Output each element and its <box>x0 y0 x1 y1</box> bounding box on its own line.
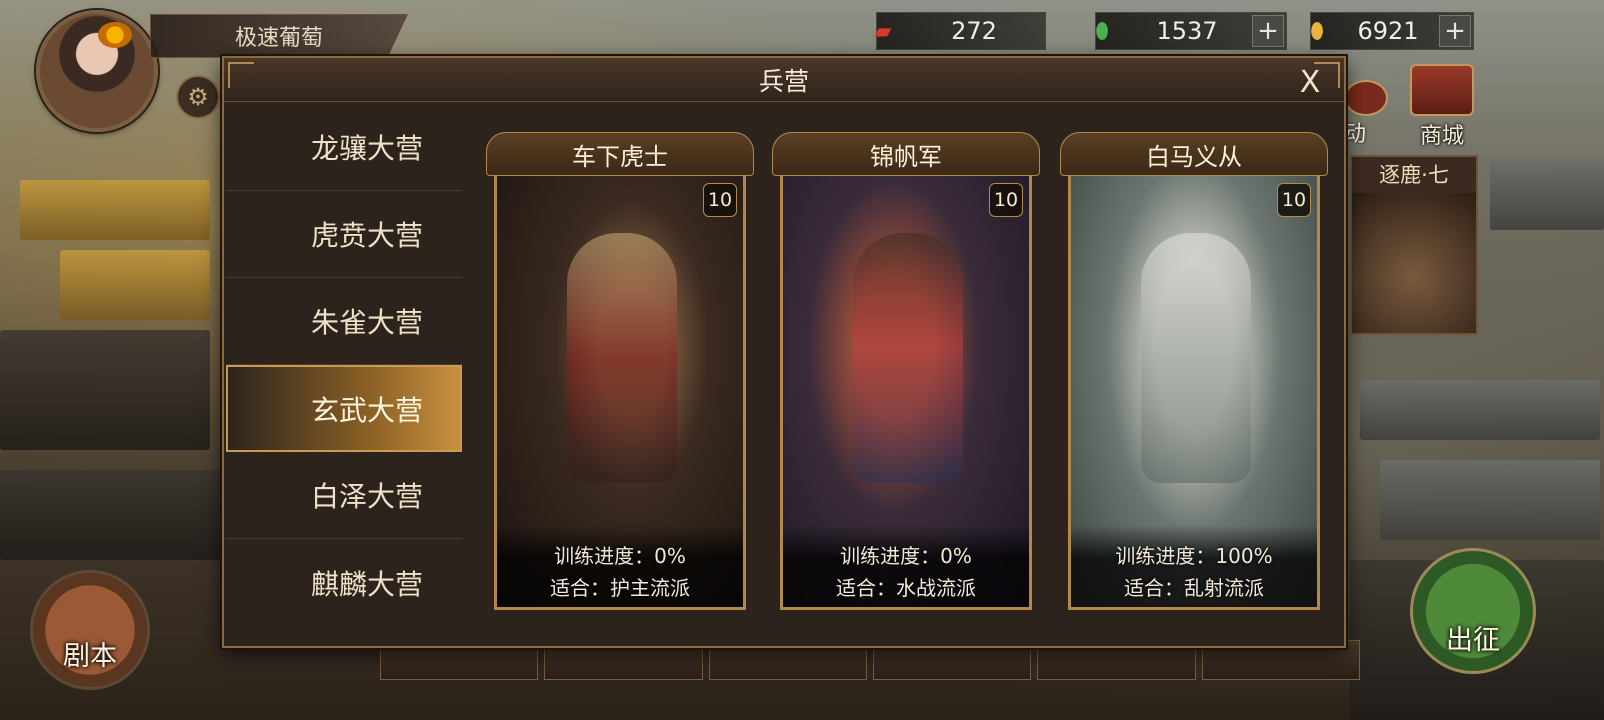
camp-nav: 龙骧大营 虎贲大营 朱雀大营 玄武大营 白泽大营 麒麟大营 <box>226 104 462 646</box>
jade-count: 1537 <box>1156 17 1218 45</box>
resource-jade: ⬮ 1537 + <box>1095 12 1287 50</box>
nav-item-longxiang[interactable]: 龙骧大营 <box>226 104 462 191</box>
unit-info: 训练进度：0% 适合：水战流派 <box>783 525 1029 607</box>
nav-item-zhuque[interactable]: 朱雀大营 <box>226 278 462 365</box>
modal-title: 兵营 <box>758 66 809 96</box>
unit-training-progress: 训练进度：0% <box>840 544 972 568</box>
march-label: 出征 <box>1446 625 1500 656</box>
unit-name: 白马义从 <box>1060 132 1328 176</box>
unit-fit-style: 适合：水战流派 <box>836 576 976 600</box>
nav-item-label: 虎贲大营 <box>310 219 423 252</box>
unit-name: 锦帆军 <box>772 132 1040 176</box>
barracks-modal: 兵营 X 龙骧大营 虎贲大营 朱雀大营 玄武大营 白泽大营 麒麟大营 10 训练… <box>222 56 1346 648</box>
unit-card[interactable]: 10 训练进度：0% 适合：水战流派 锦帆军 <box>772 132 1040 610</box>
shop-icon <box>1410 64 1474 116</box>
unit-training-progress: 训练进度：0% <box>554 544 686 568</box>
gold-ingot-icon: ⬮ <box>1310 18 1324 44</box>
march-button[interactable]: 出征 <box>1410 548 1536 674</box>
settings-button[interactable]: ⚙ <box>176 75 220 119</box>
resource-token: ▰ 272 <box>875 12 1046 50</box>
add-gold-button[interactable]: + <box>1439 15 1471 47</box>
nav-item-label: 朱雀大营 <box>310 306 423 339</box>
nav-item-label: 玄武大营 <box>310 393 423 427</box>
nav-item-qilin[interactable]: 麒麟大营 <box>226 539 462 626</box>
corner-ornament-icon <box>228 62 254 88</box>
unit-name: 车下虎士 <box>486 132 754 176</box>
resource-gold: ⬮ 6921 + <box>1310 12 1474 50</box>
unit-level-badge: 10 <box>703 183 737 217</box>
stage-banner[interactable]: 逐鹿·七 <box>1350 155 1478 335</box>
hair-flower-icon <box>98 22 132 48</box>
unit-card-frame: 10 训练进度：100% 适合：乱射流派 <box>1068 170 1320 610</box>
close-button[interactable]: X <box>1290 62 1330 102</box>
event-label: 动 <box>1344 122 1367 147</box>
modal-header: 兵营 X <box>224 58 1344 102</box>
event-button[interactable]: 动 <box>1344 80 1392 147</box>
unit-card-frame: 10 训练进度：0% 适合：护主流派 <box>494 170 746 610</box>
unit-fit-style: 适合：护主流派 <box>550 576 690 600</box>
jade-icon: ⬮ <box>1095 18 1109 44</box>
unit-level-badge: 10 <box>1277 183 1311 217</box>
add-jade-button[interactable]: + <box>1252 15 1284 47</box>
unit-info: 训练进度：0% 适合：护主流派 <box>497 525 743 607</box>
event-icon <box>1344 80 1388 116</box>
script-button[interactable]: 剧本 <box>30 570 150 690</box>
player-avatar[interactable] <box>36 10 158 132</box>
token-card-icon: ▰ <box>874 18 892 44</box>
stage-title: 逐鹿·七 <box>1352 157 1476 193</box>
unit-info: 训练进度：100% 适合：乱射流派 <box>1071 525 1317 607</box>
unit-card[interactable]: 10 训练进度：0% 适合：护主流派 车下虎士 <box>486 132 754 610</box>
unit-card[interactable]: 10 训练进度：100% 适合：乱射流派 白马义从 <box>1060 132 1328 610</box>
unit-training-progress: 训练进度：100% <box>1115 544 1273 568</box>
unit-card-frame: 10 训练进度：0% 适合：水战流派 <box>780 170 1032 610</box>
shop-button[interactable]: 商城 <box>1402 64 1482 150</box>
player-name-plate: 极速葡萄 <box>150 14 408 58</box>
gold-count: 6921 <box>1357 17 1419 45</box>
unit-fit-style: 适合：乱射流派 <box>1124 576 1264 600</box>
gear-icon: ⚙ <box>187 83 209 111</box>
close-icon: X <box>1299 64 1321 100</box>
nav-item-label: 白泽大营 <box>310 480 423 513</box>
unit-level-badge: 10 <box>989 183 1023 217</box>
nav-item-huben[interactable]: 虎贲大营 <box>226 191 462 278</box>
nav-item-baize[interactable]: 白泽大营 <box>226 452 462 539</box>
script-label: 剧本 <box>63 641 117 672</box>
token-count: 272 <box>951 17 997 45</box>
stage-art <box>1352 193 1476 333</box>
nav-item-xuanwu[interactable]: 玄武大营 <box>226 365 462 452</box>
nav-item-label: 龙骧大营 <box>310 132 423 165</box>
nav-item-label: 麒麟大营 <box>310 567 423 601</box>
shop-label: 商城 <box>1419 124 1464 149</box>
player-name: 极速葡萄 <box>234 26 323 51</box>
